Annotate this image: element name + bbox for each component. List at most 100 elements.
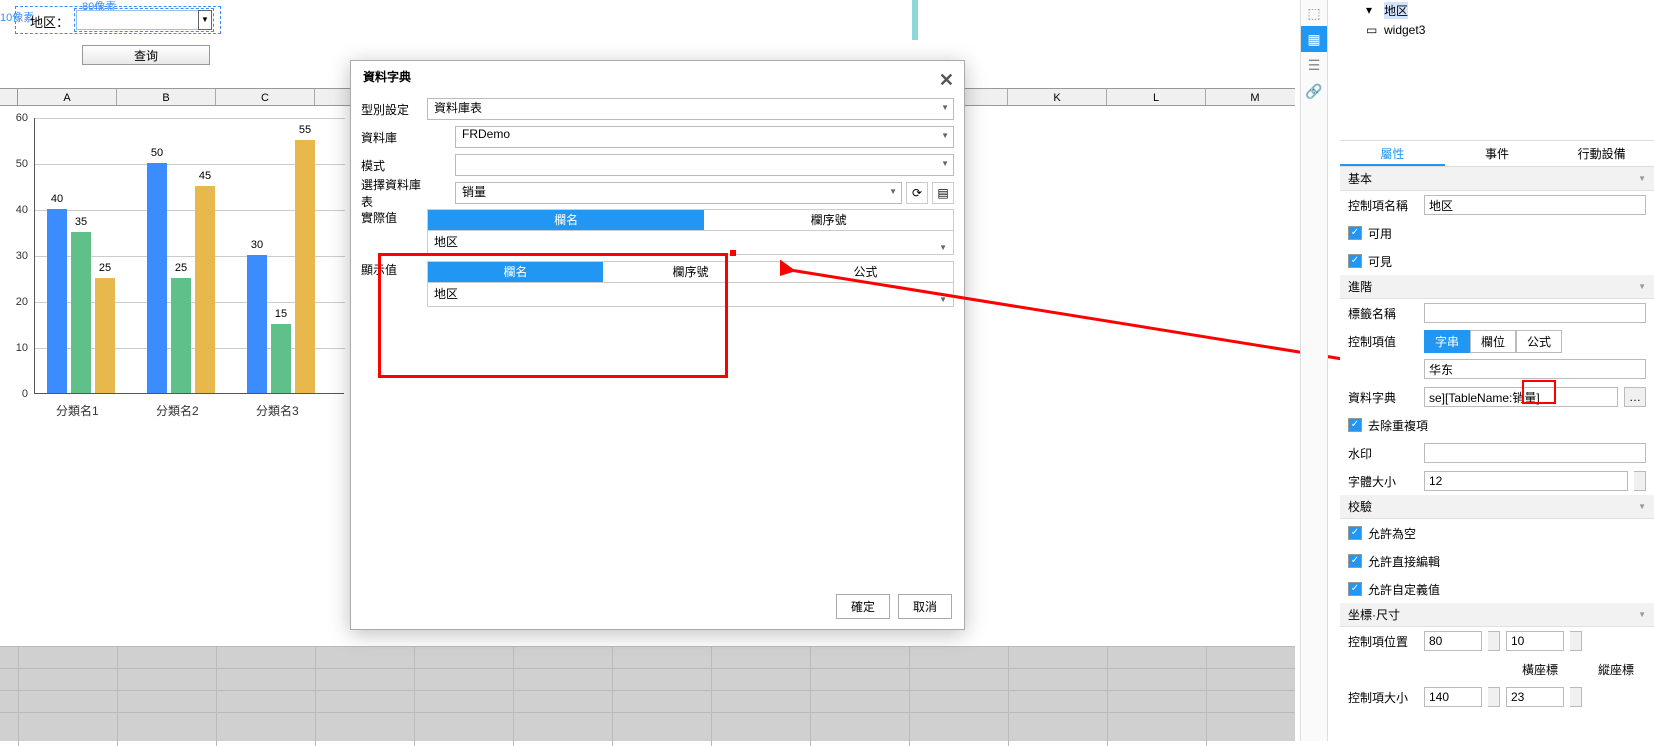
display-tab-header: 欄名 欄序號 公式 [427, 261, 954, 283]
font-size-label: 字體大小 [1348, 473, 1418, 490]
bar-value: 25 [99, 262, 111, 274]
link-icon[interactable]: 🔗 [1301, 78, 1327, 104]
db-select[interactable]: FRDemo▼ [455, 126, 954, 148]
size-w-input[interactable] [1424, 687, 1482, 707]
widget-name-input[interactable] [1424, 195, 1646, 215]
table-select[interactable]: 销量▼ [455, 182, 902, 204]
enabled-checkbox[interactable]: ✓ [1348, 226, 1362, 240]
section-coords[interactable]: 坐標·尺寸▼ [1340, 603, 1654, 627]
widget-name-label: 控制項名稱 [1348, 197, 1418, 214]
corner-cell [0, 89, 18, 105]
value-type-formula[interactable]: 公式 [1516, 330, 1562, 353]
tree-item-widget3[interactable]: ▭ widget3 [1340, 20, 1654, 40]
crop-icon[interactable]: ⬚ [1301, 0, 1327, 26]
allow-edit-label: 允許直接編輯 [1368, 553, 1440, 570]
col-header-B[interactable]: B [117, 89, 216, 105]
bar-value: 40 [51, 193, 63, 205]
bar-value: 25 [175, 262, 187, 274]
preview-icon[interactable]: ▤ [932, 182, 954, 204]
widget-value-label: 控制項值 [1348, 333, 1418, 350]
tab-mobile[interactable]: 行動設備 [1549, 141, 1654, 166]
bar-value: 50 [151, 147, 163, 159]
grid-icon[interactable]: ▦ [1301, 26, 1327, 52]
mode-select[interactable]: ▼ [455, 154, 954, 176]
grid-overlay [0, 646, 1295, 746]
allow-empty-label: 允許為空 [1368, 525, 1416, 542]
dict-input[interactable] [1424, 387, 1618, 407]
tab-colname[interactable]: 欄名 [428, 210, 704, 230]
tab-colord-2[interactable]: 欄序號 [603, 262, 778, 282]
allow-custom-checkbox[interactable]: ✓ [1348, 582, 1362, 596]
enabled-label: 可用 [1368, 225, 1392, 242]
tab-attributes[interactable]: 屬性 [1340, 141, 1445, 166]
col-header-C[interactable]: C [216, 89, 315, 105]
col-header-L[interactable]: L [1107, 89, 1206, 105]
data-dictionary-dialog: 資料字典 ✕ 型別設定 資料庫表▼ 資料庫 FRDemo▼ 模式 ▼ 選擇資料庫… [350, 60, 965, 630]
tree-item-region[interactable]: ▾ 地区 [1340, 0, 1654, 20]
section-basic[interactable]: 基本▼ [1340, 167, 1654, 191]
actual-value-select[interactable]: 地区▼ [427, 231, 954, 255]
y-tick-20: 20 [10, 296, 28, 308]
pos-label: 控制項位置 [1348, 633, 1418, 650]
combobox-icon: ▾ [1366, 3, 1380, 17]
value-type-field[interactable]: 欄位 [1470, 330, 1516, 353]
col-header-A[interactable]: A [18, 89, 117, 105]
properties-panel: 屬性 事件 行動設備 基本▼ 控制項名稱 ✓ 可用 ✓ 可見 進階▼ 標籤名稱 … [1340, 140, 1654, 741]
col-header-M[interactable]: M [1206, 89, 1305, 105]
bar-value: 30 [251, 239, 263, 251]
y-tick-40: 40 [10, 204, 28, 216]
pos-x-input[interactable] [1424, 631, 1482, 651]
tag-name-input[interactable] [1424, 303, 1646, 323]
dedup-checkbox[interactable]: ✓ [1348, 418, 1362, 432]
region-label: 地区： [30, 12, 69, 31]
font-size-select[interactable] [1424, 471, 1628, 491]
layout-icon[interactable]: ☰ [1301, 52, 1327, 78]
value-type-string[interactable]: 字串 [1424, 330, 1470, 353]
chevron-down-icon[interactable] [1634, 471, 1646, 491]
refresh-icon[interactable]: ⟳ [906, 182, 928, 204]
mode-label: 模式 [361, 157, 423, 174]
tab-colname-2[interactable]: 欄名 [428, 262, 603, 282]
tree-item-label: widget3 [1384, 23, 1425, 37]
y-tick-30: 30 [10, 250, 28, 262]
dialog-title-bar[interactable]: 資料字典 ✕ [351, 61, 964, 91]
tab-events[interactable]: 事件 [1445, 141, 1550, 166]
y-tick-0: 0 [10, 388, 28, 400]
actual-tab-header: 欄名 欄序號 [427, 209, 954, 231]
query-button[interactable]: 查询 [82, 45, 210, 65]
pos-y-label: 縱座標 [1598, 661, 1634, 678]
ok-button[interactable]: 確定 [836, 594, 890, 619]
allow-edit-checkbox[interactable]: ✓ [1348, 554, 1362, 568]
col-header-K[interactable]: K [1008, 89, 1107, 105]
selection-outline-inner [74, 8, 214, 32]
type-select[interactable]: 資料庫表▼ [427, 98, 954, 120]
visible-label: 可見 [1368, 253, 1392, 270]
visible-checkbox[interactable]: ✓ [1348, 254, 1362, 268]
tab-formula[interactable]: 公式 [778, 262, 953, 282]
x-label-1: 分類名1 [56, 402, 99, 419]
bar-value: 15 [275, 308, 287, 320]
watermark-input[interactable] [1424, 443, 1646, 463]
spinner-icon[interactable] [1488, 631, 1500, 651]
allow-empty-checkbox[interactable]: ✓ [1348, 526, 1362, 540]
tab-colord[interactable]: 欄序號 [704, 210, 953, 230]
section-advanced[interactable]: 進階▼ [1340, 275, 1654, 299]
table-label: 選擇資料庫表 [361, 176, 423, 210]
size-h-input[interactable] [1506, 687, 1564, 707]
y-tick-50: 50 [10, 158, 28, 170]
close-icon[interactable]: ✕ [939, 65, 954, 95]
pos-y-input[interactable] [1506, 631, 1564, 651]
bar-value: 35 [75, 216, 87, 228]
type-label: 型別設定 [361, 101, 423, 118]
db-label: 資料庫 [361, 129, 423, 146]
spinner-icon[interactable] [1570, 631, 1582, 651]
spinner-icon[interactable] [1570, 687, 1582, 707]
x-label-3: 分類名3 [256, 402, 299, 419]
display-value-select[interactable]: 地区▼ [427, 283, 954, 307]
ruler-marker [912, 0, 918, 40]
widget-value-input[interactable] [1424, 359, 1646, 379]
section-validation[interactable]: 校驗▼ [1340, 495, 1654, 519]
cancel-button[interactable]: 取消 [898, 594, 952, 619]
dict-more-button[interactable]: … [1624, 387, 1646, 407]
spinner-icon[interactable] [1488, 687, 1500, 707]
